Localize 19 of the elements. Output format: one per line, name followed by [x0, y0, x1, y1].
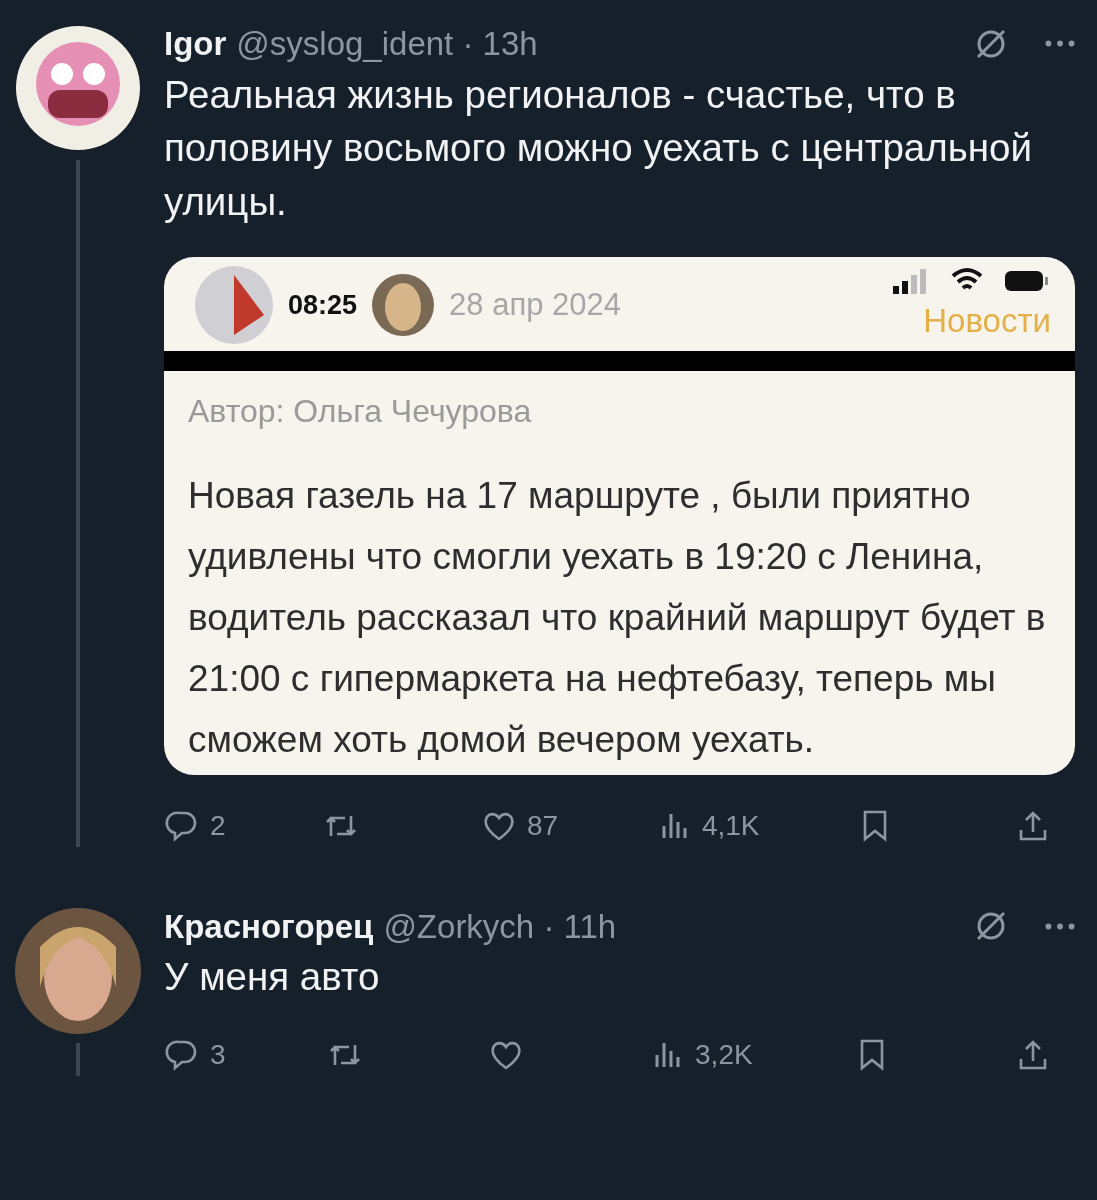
- post-text: Новая газель на 17 маршруте , были приятно удивлены что смогли уехать в 19:20 с Ленина, водитель рассказал что крайний маршрут будет в 21:00 с гипермаркета на нефтебазу, теперь мы сможем хоть домой вечером уехать.: [187, 474, 1047, 763]
- status-time: 08:25: [288, 289, 358, 322]
- logo-icon: [194, 265, 274, 346]
- reply-button[interactable]: 3: [164, 1034, 226, 1076]
- handle-and-time: @Zorkych · 11h: [383, 906, 617, 947]
- avatar: [371, 273, 436, 338]
- tweet-text: Реальная жизнь регионалов - счастье, что в половину восьмого можно уехать с центральной улицы.: [164, 71, 1033, 226]
- more-icon: [1045, 922, 1075, 930]
- author-name: Красногорец: [164, 906, 374, 947]
- reply-button[interactable]: 2: [164, 804, 226, 847]
- tweet-text: У меня авто: [164, 954, 381, 1001]
- post-author: Автор: Ольга Чечурова: [187, 392, 533, 432]
- post-date: 28 апр 2024: [449, 286, 621, 324]
- like-button[interactable]: 87: [481, 804, 559, 847]
- more-icon: [1045, 40, 1075, 48]
- views-button[interactable]: 3,2K: [649, 1034, 753, 1076]
- handle-and-time: @syslog_ident · 13h: [236, 24, 538, 64]
- views-button[interactable]: 4,1K: [655, 804, 760, 847]
- author-name: Igor: [164, 24, 227, 64]
